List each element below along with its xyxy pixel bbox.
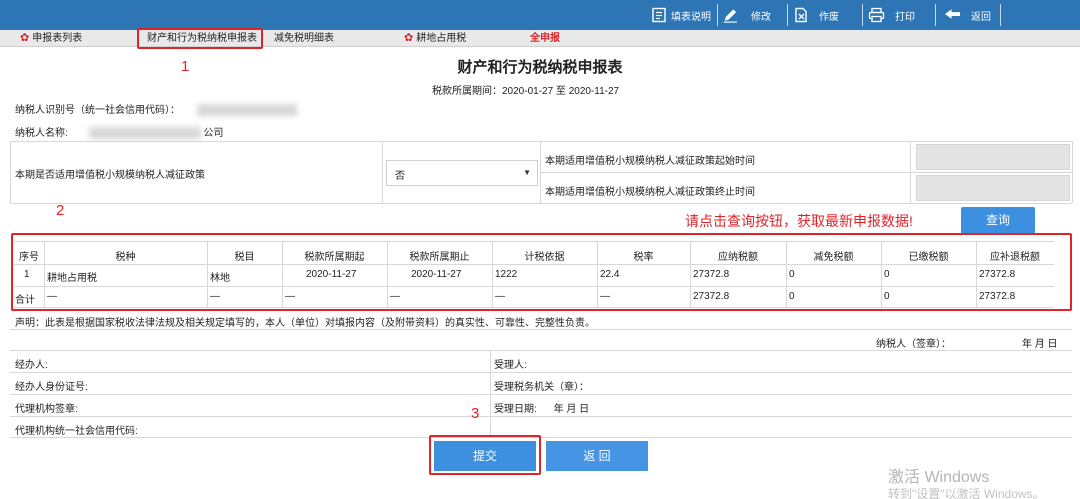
tab-declaration-list[interactable]: ✿ 申报表列表 <box>20 32 82 45</box>
top-toolbar: 填表说明 修改 作废 打印 返回 <box>0 0 1080 30</box>
void-document-icon <box>792 7 809 24</box>
query-notice: 请点击查询按钮，获取最新申报数据! <box>685 213 913 229</box>
handler-id-label: 经办人身份证号: <box>15 382 88 393</box>
tab-farmland-tax[interactable]: ✿ 耕地占用税 <box>404 32 466 45</box>
tab-full-declaration[interactable]: 全申报 <box>530 32 560 45</box>
redacted-taxpayer-id <box>196 104 297 117</box>
page-title: 财产和行为税纳税申报表 <box>457 59 623 76</box>
handler-label: 经办人: <box>15 360 48 371</box>
edit-button[interactable]: 修改 <box>722 5 771 25</box>
receiver-label: 受理人: <box>494 360 527 371</box>
document-icon <box>650 7 667 24</box>
declaration-text: 声明：此表是根据国家税收法律法规及相关规定填写的，本人（单位）对填报内容（及附带… <box>15 318 595 329</box>
policy-question: 本期是否适用增值税小规模纳税人减征政策 <box>15 170 205 181</box>
taxpayer-sign-date: 年 月 日 <box>1022 339 1058 350</box>
back-toolbar-button[interactable]: 返回 <box>944 5 991 25</box>
annotation-box-2 <box>11 233 1072 311</box>
policy-end-field <box>916 175 1070 201</box>
taxpayer-id-label: 纳税人识别号（统一社会信用代码）： <box>15 101 297 117</box>
tax-authority-label: 受理税务机关（章）： <box>494 382 589 393</box>
gear-icon: ✿ <box>404 32 414 44</box>
policy-start-field <box>916 144 1070 170</box>
taxpayer-sign-label: 纳税人（签章）： <box>876 339 951 350</box>
printer-icon <box>868 7 885 24</box>
annotation-box-3 <box>429 435 541 475</box>
tab-tax-reduction-detail[interactable]: 减免税明细表 <box>274 32 334 45</box>
dropdown-arrow-icon: ▼ <box>523 168 531 177</box>
void-button[interactable]: 作废 <box>792 5 839 25</box>
policy-start-label: 本期适用增值税小规模纳税人减征政策起始时间 <box>545 156 755 167</box>
back-arrow-icon <box>944 7 961 24</box>
tax-period: 税款所属期间：2020-01-27 至 2020-11-27 <box>432 86 620 97</box>
print-button[interactable]: 打印 <box>868 5 915 25</box>
query-button[interactable]: 查询 <box>961 207 1035 234</box>
fill-help-button[interactable]: 填表说明 <box>650 5 711 25</box>
agency-code-label: 代理机构统一社会信用代码: <box>15 426 138 437</box>
gear-icon: ✿ <box>20 32 30 44</box>
windows-activation-hint: 转到"设置"以激活 Windows。 <box>888 487 1045 499</box>
receive-date-label: 受理日期: 年 月 日 <box>494 404 590 415</box>
pencil-icon <box>722 7 739 24</box>
policy-end-label: 本期适用增值税小规模纳税人减征政策终止时间 <box>545 187 755 198</box>
back-button[interactable]: 返 回 <box>546 441 648 471</box>
annotation-label-3: 3 <box>471 405 480 422</box>
annotation-label-2: 2 <box>56 202 65 219</box>
policy-select[interactable]: 否 ▼ <box>386 160 538 186</box>
annotation-box-1 <box>137 28 263 49</box>
windows-activation-watermark: 激活 Windows <box>888 469 990 486</box>
agency-seal-label: 代理机构签章: <box>15 404 78 415</box>
redacted-taxpayer-name <box>88 127 201 140</box>
taxpayer-name-label: 纳税人名称: 公司 <box>15 127 224 140</box>
